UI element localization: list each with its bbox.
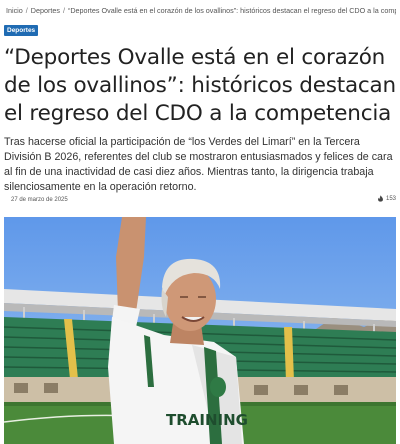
comments-count[interactable]: 153	[377, 195, 396, 202]
breadcrumb-separator: /	[25, 6, 28, 15]
hero-image: TRAINING	[4, 217, 396, 444]
breadcrumb-section-link[interactable]: Deportes	[31, 6, 60, 15]
flame-icon	[378, 195, 383, 202]
publish-date: 27 de marzo de 2025	[11, 197, 68, 203]
breadcrumb-current: “Deportes Ovalle está en el corazón de l…	[67, 6, 396, 15]
comments-count-label: 153	[385, 195, 396, 202]
breadcrumb-home-link[interactable]: Inicio	[6, 6, 23, 15]
shirt-text: TRAINING	[166, 411, 248, 429]
page-title: “Deportes Ovalle está en el corazón de l…	[4, 45, 396, 126]
breadcrumb-separator: /	[62, 6, 65, 15]
category-badge[interactable]: Deportes	[4, 25, 39, 36]
breadcrumb: Inicio / Deportes / “Deportes Ovalle est…	[4, 6, 396, 15]
article-lead: Tras hacerse oficial la participación de…	[4, 136, 393, 193]
